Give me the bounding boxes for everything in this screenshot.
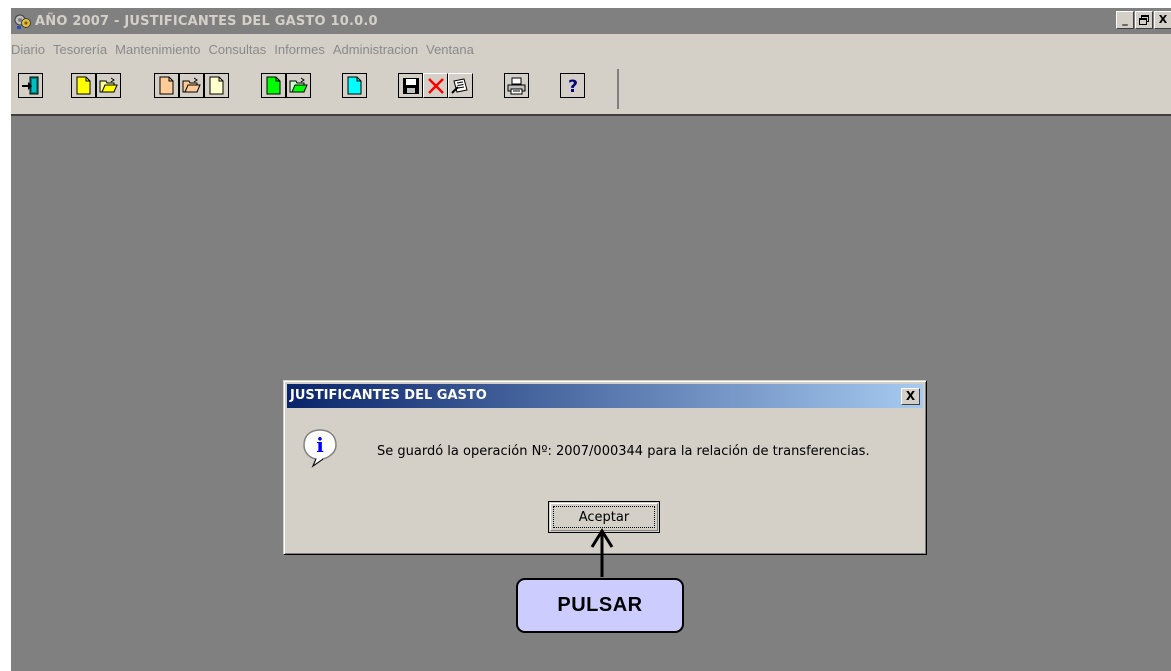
- restore-icon[interactable]: [1135, 11, 1153, 29]
- exit-button[interactable]: [18, 73, 43, 98]
- minimize-icon[interactable]: _: [1116, 11, 1134, 29]
- window-controls: _ X: [1115, 11, 1171, 29]
- app-title-bar[interactable]: AÑO 2007 - JUSTIFICANTES DEL GASTO 10.0.…: [11, 8, 1171, 34]
- menu-consultas[interactable]: Consultas: [208, 39, 273, 61]
- accept-label: Aceptar: [578, 509, 630, 525]
- menu-administracion[interactable]: Administracion: [333, 39, 425, 61]
- save-disk-icon: [402, 77, 419, 94]
- app-title: AÑO 2007 - JUSTIFICANTES DEL GASTO 10.0.…: [35, 13, 378, 29]
- open-folder-icon: [182, 77, 201, 93]
- new-relation-button[interactable]: [154, 73, 179, 98]
- dialog-message: Se guardó la operación Nº: 2007/000344 p…: [377, 444, 870, 459]
- callout-label: PULSAR: [557, 594, 643, 616]
- open-button[interactable]: [96, 73, 121, 98]
- menu-informes[interactable]: Informes: [274, 39, 332, 61]
- menu-ventana[interactable]: Ventana: [426, 39, 481, 61]
- blank-document-button[interactable]: [204, 73, 229, 98]
- open-relation-button[interactable]: [179, 73, 204, 98]
- edit-button[interactable]: [448, 73, 473, 98]
- blank-document-icon: [209, 76, 224, 95]
- info-icon: i: [302, 428, 338, 469]
- menu-mantenimiento[interactable]: Mantenimiento: [115, 39, 207, 61]
- print-button[interactable]: [504, 73, 529, 98]
- delete-x-icon: [427, 77, 444, 94]
- close-icon[interactable]: X: [1154, 11, 1171, 29]
- new-green-button[interactable]: [261, 73, 286, 98]
- dialog-title-bar[interactable]: JUSTIFICANTES DEL GASTO X: [287, 384, 923, 408]
- delete-button[interactable]: [423, 73, 448, 98]
- svg-text:?: ?: [568, 77, 578, 95]
- menu-diario[interactable]: Diario: [11, 39, 52, 61]
- new-button[interactable]: [71, 73, 96, 98]
- arrow-up-icon: [590, 528, 614, 577]
- menu-tesoreria[interactable]: Tesorería: [53, 39, 114, 61]
- dialog-title: JUSTIFICANTES DEL GASTO: [290, 388, 487, 403]
- help-button[interactable]: ?: [560, 73, 585, 98]
- new-document-yellow-icon: [76, 76, 91, 95]
- print-icon: [507, 77, 526, 94]
- toolbar: ?: [11, 69, 619, 109]
- new-cyan-button[interactable]: [342, 73, 367, 98]
- open-folder-icon: [289, 77, 308, 93]
- gear-app-icon[interactable]: [14, 12, 32, 30]
- new-document-green-icon: [266, 76, 281, 95]
- menu-bar: Diario Tesorería Mantenimiento Consultas…: [11, 39, 482, 61]
- open-green-button[interactable]: [286, 73, 311, 98]
- svg-text:i: i: [316, 433, 324, 457]
- help-question-icon: ?: [568, 77, 578, 95]
- edit-notepad-icon: [451, 77, 468, 94]
- new-document-cyan-icon: [347, 76, 362, 95]
- new-document-orange-icon: [159, 76, 174, 95]
- open-folder-icon: [99, 77, 118, 93]
- pulsar-callout: PULSAR: [516, 578, 684, 633]
- close-icon[interactable]: X: [901, 388, 920, 405]
- save-button[interactable]: [398, 73, 423, 98]
- exit-door-icon: [22, 76, 39, 95]
